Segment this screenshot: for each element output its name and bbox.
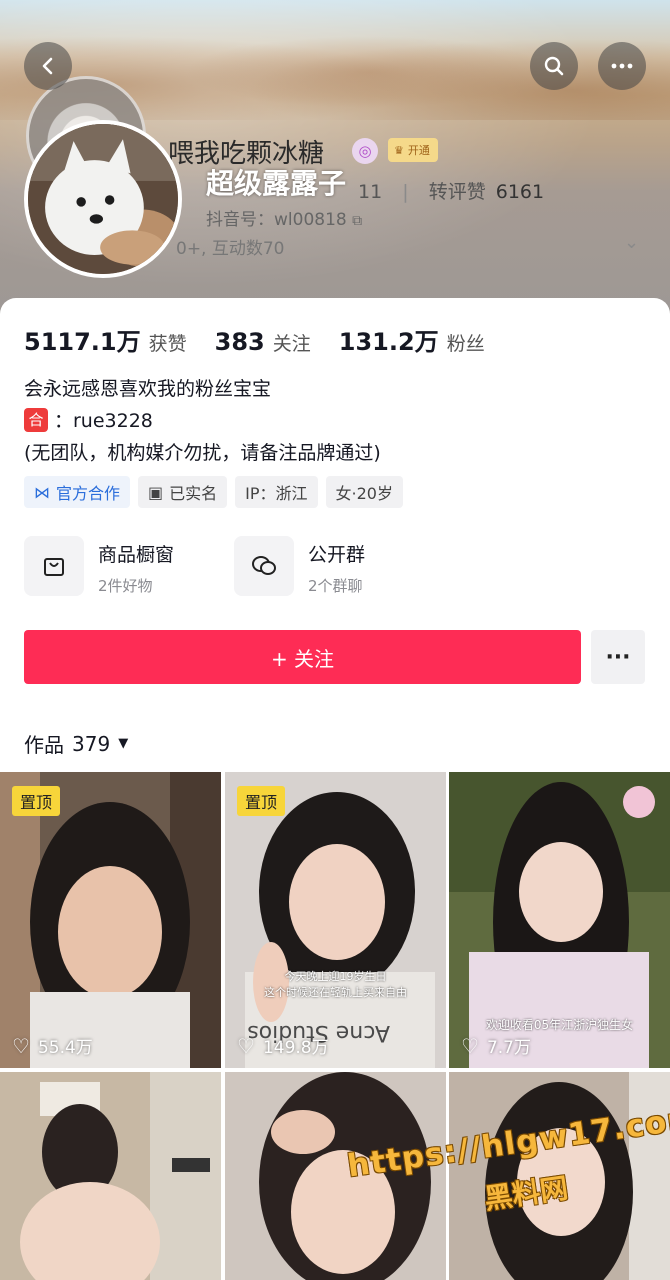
faded-stats: 11 | 转评赞 6161 <box>358 181 545 203</box>
bio-line-1: 会永远感恩喜欢我的粉丝宝宝 <box>24 378 272 400</box>
overlay-nickname: 超级露露子 <box>206 167 347 200</box>
bio-contact: ：rue3228 <box>54 410 153 432</box>
faded-stat-value: 11 <box>358 181 383 203</box>
crown-icon: ♛ <box>394 143 404 157</box>
follow-button[interactable]: + 关注 <box>24 630 581 684</box>
group-title: 公开群 <box>308 544 366 566</box>
video-tile[interactable]: 置顶 ♡ 55.4万 <box>0 772 221 1068</box>
following-label[interactable]: 关注 <box>273 329 311 356</box>
repost-value: 6161 <box>495 181 545 203</box>
shop-title: 商品橱窗 <box>98 544 175 566</box>
likes-label: 获赞 <box>148 333 187 355</box>
tag-verified[interactable]: ▣ 已实名 <box>138 476 228 508</box>
video-tile[interactable]: Acne Studios 置顶 今天晚上迎19岁生日 这个时候还在轻轨上买来自由… <box>225 772 446 1068</box>
pinned-badge: 置顶 <box>237 786 286 816</box>
public-group-entry[interactable]: 公开群 2个群聊 <box>234 536 414 596</box>
video-caption: 今天晚上迎19岁生日 <box>284 970 387 983</box>
chevron-left-icon <box>42 57 53 75</box>
group-sub: 2个群聊 <box>308 577 363 595</box>
bio-line-3: (无团队，机构媒介勿扰，请备注品牌通过) <box>24 442 381 464</box>
tag-official[interactable]: ⋈ 官方合作 <box>24 476 131 508</box>
works-count: 379 <box>72 731 111 756</box>
profile-shortcuts: 商品橱窗 2件好物 公开群 2个群聊 <box>24 536 414 596</box>
ellipsis-icon: ··· <box>605 644 631 670</box>
shop-window-entry[interactable]: 商品橱窗 2件好物 <box>24 536 204 596</box>
heart-icon: ♡ <box>461 1033 479 1058</box>
tag-gender-age: 女·20岁 <box>325 476 403 508</box>
ellipsis-icon <box>611 63 633 69</box>
heart-icon: ♡ <box>237 1033 255 1058</box>
likes-value: 5117.1万 <box>24 328 141 356</box>
avatar[interactable] <box>24 120 182 278</box>
more-button[interactable] <box>598 42 646 90</box>
copy-icon[interactable]: ⧉ <box>352 213 362 229</box>
follow-more-button[interactable]: ··· <box>591 630 645 684</box>
video-thumbnail <box>0 1072 221 1280</box>
search-icon <box>544 56 564 76</box>
profile-tags: ⋈ 官方合作 ▣ 已实名 IP：浙江 女·20岁 <box>24 476 403 508</box>
chat-group-icon <box>234 536 294 596</box>
name-badge-icon: ◎ <box>352 138 378 164</box>
followers-label[interactable]: 粉丝 <box>447 329 485 356</box>
video-tile[interactable]: 欢迎收看05年江浙沪独生女 ♡ 7.7万 <box>449 772 670 1068</box>
repost-label: 转评赞 <box>428 181 486 203</box>
works-label: 作品 <box>24 733 64 757</box>
video-likes: ♡ 149.8万 <box>237 1033 329 1059</box>
pinned-badge: 置顶 <box>12 786 61 816</box>
video-likes: ♡ 55.4万 <box>12 1033 93 1059</box>
heart-icon: ♡ <box>12 1033 30 1058</box>
id-card-icon: ▣ <box>148 482 164 502</box>
search-button[interactable] <box>530 42 578 90</box>
douyin-id[interactable]: 抖音号：wl00818 ⧉ <box>206 205 362 230</box>
vip-label: 开通 <box>407 144 430 157</box>
followers-value[interactable]: 131.2万 <box>339 322 439 357</box>
bio-line-2: 合 ：rue3228 <box>24 406 153 433</box>
video-thumbnail <box>225 1072 446 1280</box>
vip-badge[interactable]: ♛ 开通 <box>388 138 438 162</box>
video-likes: ♡ 7.7万 <box>461 1033 531 1059</box>
following-value[interactable]: 383 <box>215 328 265 356</box>
video-caption: 这个时候还在轻轨上买来自由 <box>264 986 407 999</box>
dog-avatar-icon <box>28 124 178 274</box>
interaction-count: 0+, 互动数70 <box>176 239 285 259</box>
video-thumbnail: Acne Studios <box>225 772 446 1068</box>
caret-down-icon: ▼ <box>118 736 129 751</box>
shopping-bag-icon <box>24 536 84 596</box>
works-tab[interactable]: 作品 379 ▼ <box>24 729 128 758</box>
video-tile[interactable] <box>0 1072 221 1280</box>
handshake-icon: ⋈ <box>34 482 50 502</box>
video-tile[interactable] <box>225 1072 446 1280</box>
tag-ip: IP：浙江 <box>235 476 318 508</box>
video-thumbnail <box>0 772 221 1068</box>
he-icon: 合 <box>24 407 48 432</box>
back-button[interactable] <box>24 42 72 90</box>
profile-stats: 5117.1万 获赞 383 关注 131.2万 粉丝 <box>24 322 505 357</box>
chevron-down-icon[interactable]: ⌄ <box>624 232 639 253</box>
shop-sub: 2件好物 <box>98 577 153 595</box>
video-caption: 欢迎收看05年江浙沪独生女 <box>485 1018 634 1032</box>
